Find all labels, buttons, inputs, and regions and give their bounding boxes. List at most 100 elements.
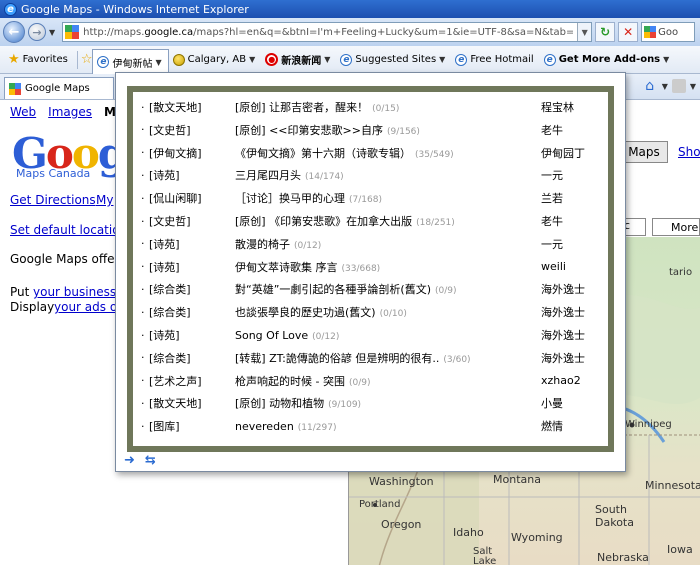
feed-author: 海外逸士: [541, 329, 585, 342]
feed-author: weili: [541, 260, 566, 274]
feed-title-link[interactable]: [转载] ZT:詭傳詭的俗諺 但是辨明的很有.. (3/60): [235, 350, 535, 366]
feed-count: (9/156): [386, 126, 420, 137]
history-dropdown-icon[interactable]: ▼: [49, 28, 55, 37]
feed-title: 《伊甸文摘》第十六期（诗歌专辑）: [235, 146, 411, 160]
feed-title-link[interactable]: Song Of Love (0/12): [235, 329, 535, 342]
feed-title-link[interactable]: [原创] <<印第安悲歌>>自序 (9/156): [235, 122, 535, 138]
fav-item-get-more-addons[interactable]: e Get More Add-ons ▼: [540, 49, 676, 71]
bullet: ·: [141, 191, 145, 205]
feed-title-link[interactable]: 也談張學良的歷史功過(舊文) (0/10): [235, 304, 535, 320]
feed-author: 小曼: [541, 397, 563, 411]
get-directions-link[interactable]: Get Directions: [10, 193, 96, 207]
feed-category: [文史哲]: [149, 123, 191, 137]
feed-row[interactable]: · [文史哲] [原创] <<印第安悲歌>>自序 (9/156) 老牛: [133, 119, 608, 141]
feed-title-link[interactable]: 伊甸文萃诗歌集 序言 (33/668): [235, 259, 535, 275]
feed-title-link[interactable]: ［讨论］换马甲的心理 (7/168): [235, 190, 535, 206]
feed-count: (0/9): [348, 377, 371, 388]
favorites-bar: ★ Favorites ☆ e 伊甸新帖 ▼ Calgary, AB ▼ ● 新…: [0, 46, 700, 75]
set-default-location-link[interactable]: Set default location: [10, 223, 127, 237]
feed-title-link[interactable]: 枪声响起的时候 - 突围 (0/9): [235, 373, 535, 389]
feed-row[interactable]: · [伊甸文摘] 《伊甸文摘》第十六期（诗歌专辑） (35/549) 伊甸园丁: [133, 142, 608, 164]
logo-subtitle: Maps Canada: [16, 167, 91, 180]
command-bar: ⌂ ▼ ▼: [642, 78, 696, 94]
feed-row[interactable]: · [诗苑] Song Of Love (0/12) 海外逸士: [133, 324, 608, 346]
home-icon[interactable]: ⌂: [642, 78, 658, 94]
feed-row[interactable]: · [散文天地] [原创] 让那吉密者，醒来！ (0/15) 程宝林: [133, 96, 608, 118]
link-web[interactable]: Web: [10, 105, 36, 119]
feed-count: (0/10): [379, 309, 407, 320]
bullet: ·: [141, 100, 145, 114]
globe-icon: [172, 53, 185, 66]
chevron-down-icon: ▼: [155, 57, 162, 67]
fav-item-yidian[interactable]: e 伊甸新帖 ▼: [92, 48, 169, 75]
bullet: ·: [141, 419, 145, 433]
feed-category: [散文天地]: [149, 397, 202, 411]
chevron-down-icon: ▼: [663, 55, 670, 64]
put-text: Put: [10, 285, 30, 299]
fav-item-free-hotmail[interactable]: e Free Hotmail: [451, 49, 539, 71]
feed-title: 也談張學良的歷史功過(舊文): [235, 306, 376, 320]
feed-title-link[interactable]: [原创] 《印第安悲歌》在加拿大出版 (18/251): [235, 213, 535, 229]
feed-title-link[interactable]: 對“英雄”一劇引起的各種爭論剖析(舊文) (0/9): [235, 281, 535, 297]
map-label: Iowa: [667, 543, 693, 556]
feed-category: [诗苑]: [149, 237, 180, 251]
fav-item-label: 伊甸新帖: [112, 58, 153, 70]
fav-item-suggested-sites[interactable]: e Suggested Sites ▼: [336, 49, 451, 71]
refresh-button[interactable]: ↻: [595, 22, 616, 42]
refresh-feed-icon[interactable]: ⇆: [145, 453, 156, 468]
bullet: ·: [141, 374, 145, 388]
feed-row[interactable]: · [艺术之声] 枪声响起的时候 - 突围 (0/9) xzhao2: [133, 370, 608, 392]
link-images[interactable]: Images: [48, 105, 92, 119]
fav-item-sina-news[interactable]: ● 新浪新闻 ▼: [261, 49, 336, 71]
feed-count: (33/668): [341, 263, 381, 274]
address-url: http://maps.google.ca/maps?hl=en&q=&btnI…: [83, 26, 574, 38]
feed-title-link[interactable]: [原创] 让那吉密者，醒来！ (0/15): [235, 99, 535, 115]
add-favorite-icon[interactable]: ☆: [81, 52, 93, 67]
address-input[interactable]: http://maps.google.ca/maps?hl=en&q=&btnI…: [62, 22, 593, 42]
feeds-icon[interactable]: [671, 79, 686, 93]
feed-author: xzhao2: [541, 374, 581, 388]
feed-row[interactable]: · [诗苑] 散漫的椅子 (0/12) 一元: [133, 233, 608, 255]
feed-title-link[interactable]: 散漫的椅子 (0/12): [235, 236, 535, 252]
chevron-down-icon[interactable]: ▼: [662, 82, 668, 91]
tab-google-maps[interactable]: Google Maps: [4, 77, 114, 99]
feed-row[interactable]: · [文史哲] [原创] 《印第安悲歌》在加拿大出版 (18/251) 老牛: [133, 210, 608, 232]
feed-row[interactable]: · [侃山闲聊] ［讨论］换马甲的心理 (7/168) 兰若: [133, 187, 608, 209]
favorites-button[interactable]: ★ Favorites: [4, 49, 74, 71]
refresh-icon: ↻: [600, 25, 611, 39]
feed-row[interactable]: · [诗苑] 伊甸文萃诗歌集 序言 (33/668) weili: [133, 256, 608, 278]
back-button[interactable]: ←: [3, 21, 25, 43]
feed-title-link[interactable]: nevereden (11/297): [235, 420, 535, 433]
show-options-link[interactable]: Show: [678, 145, 700, 159]
address-row: ← → ▼ http://maps.google.ca/maps?hl=en&q…: [0, 18, 700, 46]
feed-title-link[interactable]: 《伊甸文摘》第十六期（诗歌专辑） (35/549): [235, 145, 535, 161]
ie-icon: e: [455, 53, 468, 66]
feed-row[interactable]: · [散文天地] [原创] 动物和植物 (9/109) 小曼: [133, 392, 608, 414]
forward-button[interactable]: →: [28, 23, 46, 41]
your-business-link[interactable]: your business o: [33, 285, 127, 299]
fav-item-label: Free Hotmail: [470, 54, 534, 65]
feed-count: (14/174): [305, 172, 344, 183]
fav-item-calgary[interactable]: Calgary, AB ▼: [169, 49, 262, 71]
map-label: Winnipeg: [625, 419, 672, 430]
feed-category: [文史哲]: [149, 215, 191, 228]
bullet: ·: [141, 237, 145, 251]
feed-row[interactable]: · [综合类] 也談張學良的歷史功過(舊文) (0/10) 海外逸士: [133, 301, 608, 323]
fav-item-label: 新浪新闻: [281, 56, 322, 67]
my-maps-link[interactable]: My: [96, 193, 113, 207]
feed-row[interactable]: · [诗苑] 三月尾四月头 (14/174) 一元: [133, 164, 608, 186]
more-button[interactable]: More: [652, 218, 700, 236]
map-label: Washington: [369, 475, 434, 488]
go-to-site-icon[interactable]: ➜: [124, 453, 135, 468]
chevron-down-icon[interactable]: ▼: [690, 82, 696, 91]
stop-button[interactable]: ✕: [618, 22, 639, 42]
address-dropdown-icon[interactable]: ▼: [577, 23, 592, 41]
feed-title-link[interactable]: [原创] 动物和植物 (9/109): [235, 395, 535, 411]
feed-row[interactable]: · [综合类] 對“英雄”一劇引起的各種爭論剖析(舊文) (0/9) 海外逸士: [133, 278, 608, 300]
feed-row[interactable]: · [综合类] [转载] ZT:詭傳詭的俗諺 但是辨明的很有.. (3/60) 海外逸士: [133, 347, 608, 369]
feed-author: 海外逸士: [541, 351, 585, 365]
feed-title-link[interactable]: 三月尾四月头 (14/174): [235, 167, 535, 183]
search-maps-button[interactable]: Maps: [620, 141, 668, 163]
search-input[interactable]: Goo: [641, 22, 696, 42]
feed-row[interactable]: · [图库] nevereden (11/297) 燃情: [133, 415, 608, 437]
